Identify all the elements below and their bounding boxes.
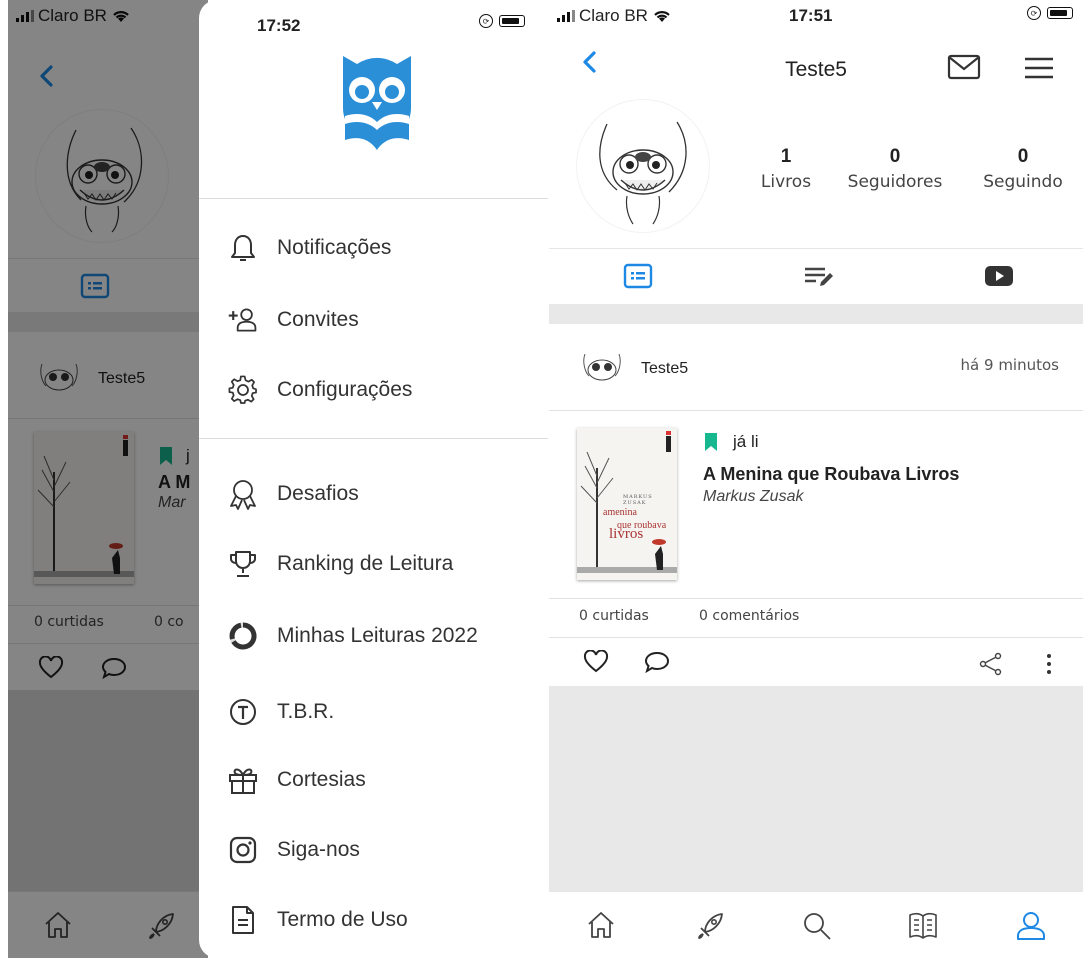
home-icon[interactable]	[585, 910, 617, 940]
carrier-info: Claro BR	[557, 6, 672, 26]
menu-label: T.B.R.	[277, 700, 335, 723]
book-title[interactable]: A Menina que Roubava Livros	[703, 464, 959, 485]
badge-i-icon	[666, 431, 671, 452]
progress-ring-icon	[227, 620, 259, 652]
side-drawer: 17:52 ⟳ Notificações Convites Configuraç…	[199, 0, 548, 958]
profile-avatar[interactable]	[577, 100, 709, 232]
status-bar: Claro BR 17:51 ⟳	[549, 0, 1083, 34]
menu-label: Ranking de Leitura	[277, 552, 454, 575]
divider	[549, 410, 1083, 411]
comment-icon[interactable]	[643, 650, 671, 674]
document-icon	[227, 904, 259, 936]
tab-feed-icon[interactable]	[623, 263, 653, 289]
battery-icon	[1047, 7, 1073, 19]
signal-icon	[557, 10, 575, 22]
drawer-divider	[199, 438, 548, 439]
likes-count[interactable]: 0 curtidas	[579, 608, 649, 624]
orientation-lock-icon: ⟳	[479, 14, 493, 28]
drawer-divider	[199, 198, 548, 199]
menu-label: Notificações	[277, 236, 392, 259]
menu-label: Desafios	[277, 482, 359, 505]
battery-area: ⟳	[1027, 6, 1073, 20]
cover-title-text: amenina	[603, 507, 637, 518]
stat-label: Livros	[760, 172, 812, 192]
menu-item-desafios[interactable]: Desafios	[227, 478, 359, 510]
bookmark-icon	[705, 433, 717, 451]
menu-label: Cortesias	[277, 768, 366, 791]
menu-label: Convites	[277, 308, 359, 331]
add-user-icon	[227, 304, 259, 336]
heart-icon[interactable]	[583, 650, 609, 674]
gift-icon	[227, 764, 259, 796]
stitch-sketch-icon	[583, 353, 621, 381]
search-icon[interactable]	[801, 910, 833, 942]
stat-label: Seguidores	[847, 172, 943, 192]
menu-item-tbr[interactable]: T.B.R.	[227, 696, 334, 728]
post-author-avatar[interactable]	[577, 342, 627, 392]
left-screen: Claro BR Teste5 j A M Mar 0 curtidas 0 c…	[8, 0, 548, 958]
instagram-icon	[227, 834, 259, 866]
menu-icon[interactable]	[1023, 56, 1055, 80]
profile-tabs	[549, 248, 1083, 305]
drawer-backdrop[interactable]	[8, 0, 208, 958]
profile-icon[interactable]	[1015, 910, 1047, 942]
menu-label: Siga-nos	[277, 838, 360, 861]
stat-seguidores[interactable]: 0 Seguidores	[843, 146, 947, 192]
menu-item-termo-de-uso[interactable]: Termo de Uso	[227, 904, 408, 936]
tab-videos-icon[interactable]	[983, 263, 1015, 289]
stat-value: 0	[889, 146, 901, 167]
menu-label: Termo de Uso	[277, 908, 408, 931]
book-cover[interactable]: MARKUS ZUSAK amenina que roubava livros	[577, 428, 677, 580]
menu-item-cortesias[interactable]: Cortesias	[227, 764, 366, 796]
bell-icon	[227, 232, 259, 264]
menu-item-configuracoes[interactable]: Configurações	[227, 374, 412, 406]
divider	[549, 637, 1083, 638]
drawer-time: 17:52	[257, 16, 301, 35]
menu-item-minhas-leituras[interactable]: Minhas Leituras 2022	[227, 620, 478, 652]
more-options-icon[interactable]	[1045, 652, 1053, 676]
stat-value: 0	[1017, 146, 1029, 167]
right-screen: Claro BR 17:51 ⟳ Teste5 1 Livros 0 Segui…	[549, 0, 1083, 958]
trophy-icon	[227, 548, 259, 580]
post-author-name[interactable]: Teste5	[641, 360, 688, 378]
stat-seguindo[interactable]: 0 Seguindo	[975, 146, 1071, 192]
cover-title-text: livros	[609, 526, 644, 542]
book-author[interactable]: Markus Zusak	[703, 488, 803, 506]
orientation-lock-icon: ⟳	[1027, 6, 1041, 20]
page-title: Teste5	[785, 58, 847, 81]
book-status: já li	[733, 432, 759, 451]
tab-reviews-icon[interactable]	[803, 265, 835, 289]
stat-livros[interactable]: 1 Livros	[751, 146, 821, 192]
t-circle-icon	[227, 696, 259, 728]
comments-count[interactable]: 0 comentários	[699, 608, 799, 624]
status-time: 17:51	[789, 6, 833, 25]
stat-value: 1	[780, 146, 792, 167]
menu-label: Minhas Leituras 2022	[277, 624, 478, 647]
bookshelf-icon[interactable]	[907, 910, 939, 942]
rocket-icon[interactable]	[695, 910, 727, 942]
menu-item-notificacoes[interactable]: Notificações	[227, 232, 391, 264]
cover-author-text: MARKUS ZUSAK	[623, 494, 653, 506]
carrier-name: Claro BR	[579, 6, 648, 25]
wifi-icon	[654, 11, 670, 22]
menu-label: Configurações	[277, 378, 413, 401]
feed-background	[549, 686, 1083, 892]
menu-item-siga-nos[interactable]: Siga-nos	[227, 834, 360, 866]
menu-item-convites[interactable]: Convites	[227, 304, 359, 336]
mail-icon[interactable]	[947, 54, 981, 80]
post-time: há 9 minutos	[960, 356, 1059, 374]
menu-item-ranking-de-leitura[interactable]: Ranking de Leitura	[227, 548, 453, 580]
section-separator	[549, 304, 1083, 324]
battery-area: ⟳	[479, 14, 525, 28]
share-icon[interactable]	[979, 652, 1003, 676]
bottom-nav	[549, 891, 1083, 958]
battery-icon	[499, 15, 525, 27]
award-icon	[227, 478, 259, 510]
owl-logo	[343, 56, 411, 150]
gear-icon	[227, 374, 259, 406]
stitch-sketch-icon	[590, 120, 687, 225]
stat-label: Seguindo	[983, 172, 1063, 192]
divider	[549, 598, 1083, 599]
